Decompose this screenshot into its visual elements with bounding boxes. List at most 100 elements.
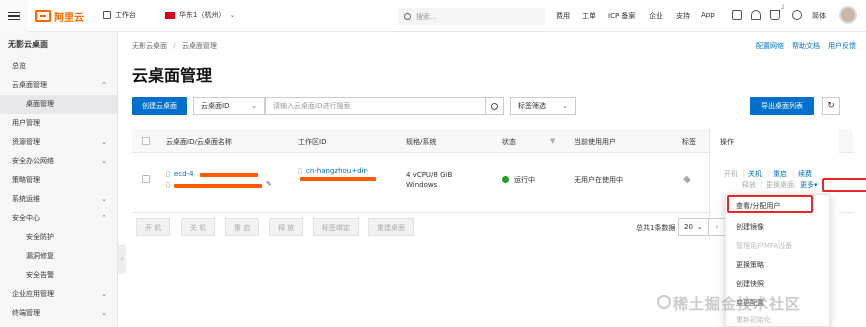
assign-users-highlight-box bbox=[727, 195, 813, 213]
menu-create-snapshot[interactable]: 创建快照 bbox=[736, 279, 764, 289]
sidebar-item[interactable]: 桌面管理 bbox=[0, 95, 117, 114]
edit-icon[interactable]: ✎ bbox=[266, 179, 272, 189]
create-desktop-button[interactable]: 创建云桌面 bbox=[132, 97, 187, 115]
sidebar-item[interactable]: 资源管理 ⌄ bbox=[0, 133, 117, 152]
bulk-start-button[interactable]: 开 机 bbox=[136, 218, 171, 236]
workbench-link[interactable]: 工作台 bbox=[103, 10, 136, 20]
sidebar-item-label: 安全办公网络 bbox=[12, 157, 54, 165]
nav-icp[interactable]: ICP 备案 bbox=[608, 11, 635, 21]
sidebar-item-label: 安全防护 bbox=[26, 233, 54, 241]
sidebar-item[interactable]: 策略管理 bbox=[0, 171, 117, 190]
cart-icon[interactable] bbox=[770, 10, 780, 20]
breadcrumb-item-root[interactable]: 无影云桌面 bbox=[132, 42, 167, 50]
status-badge: 运行中 bbox=[502, 175, 535, 185]
start-action[interactable]: 开机 bbox=[724, 169, 738, 179]
help-icon[interactable] bbox=[792, 10, 802, 20]
sidebar-item-label: 企业应用管理 bbox=[12, 290, 54, 298]
spec-text: 4 vCPU/8 GiB bbox=[406, 171, 453, 179]
sidebar-item[interactable]: 安全办公网络 ⌄ bbox=[0, 152, 117, 171]
copy-icon[interactable]: ▯ bbox=[166, 180, 170, 190]
total-count: 总共1条数据 bbox=[636, 224, 676, 232]
change-desktop-action[interactable]: 更换桌面 bbox=[766, 180, 794, 190]
breadcrumb-item-current: 云桌面管理 bbox=[181, 42, 217, 50]
sidebar-title: 无影云桌面 bbox=[8, 40, 48, 49]
nav-enterprise[interactable]: 企业 bbox=[649, 11, 663, 21]
sidebar-item[interactable]: 安全告警 bbox=[0, 266, 117, 285]
filter-field-select[interactable]: 云桌面ID ⌄ bbox=[193, 97, 265, 115]
page-size-select[interactable]: 20 ⌄ bbox=[678, 218, 709, 236]
sidebar-item[interactable]: 企业应用管理 ⌄ bbox=[0, 285, 117, 304]
hamburger-menu-icon[interactable] bbox=[0, 0, 28, 32]
copy-icon[interactable]: ▯ bbox=[298, 166, 302, 176]
renew-action[interactable]: 续费 bbox=[798, 169, 812, 179]
aliyun-logo[interactable]: 阿里云 bbox=[35, 9, 84, 24]
avatar[interactable] bbox=[839, 6, 857, 24]
menu-manage-mfa[interactable]: 管理用户MFA设备 bbox=[736, 241, 792, 251]
divider: | bbox=[792, 169, 795, 177]
restart-action[interactable]: 重启 bbox=[773, 169, 787, 179]
sidebar-item[interactable]: 安全防护 bbox=[0, 228, 117, 247]
bulk-release-button[interactable]: 释 放 bbox=[269, 218, 304, 236]
bulk-stop-button[interactable]: 关 机 bbox=[181, 218, 216, 236]
stop-action[interactable]: 关机 bbox=[748, 169, 762, 179]
sidebar-item[interactable]: 用户管理 bbox=[0, 114, 117, 133]
link-feedback[interactable]: 用户反馈 bbox=[828, 41, 856, 51]
nav-fees[interactable]: 费用 bbox=[556, 11, 570, 21]
divider: | bbox=[794, 180, 797, 188]
sidebar-item-label: 桌面管理 bbox=[26, 100, 54, 108]
bulk-restart-button[interactable]: 重 启 bbox=[225, 218, 260, 236]
refresh-icon[interactable]: ↻ bbox=[822, 97, 840, 115]
sidebar-item[interactable]: 总览 bbox=[0, 57, 117, 76]
sidebar-item[interactable]: 安全中心 ⌃ bbox=[0, 209, 117, 228]
link-help-docs[interactable]: 帮助文档 bbox=[792, 41, 820, 51]
select-all-checkbox[interactable] bbox=[142, 137, 150, 145]
sidebar-item[interactable]: 系统运维 ⌄ bbox=[0, 190, 117, 209]
redaction-bar bbox=[300, 177, 376, 181]
tag-icon[interactable] bbox=[683, 175, 691, 184]
filter-icon[interactable]: ▼ bbox=[550, 137, 555, 145]
region-selector[interactable]: 华东1（杭州） ⌄ bbox=[165, 10, 235, 20]
row-checkbox[interactable] bbox=[142, 175, 150, 183]
cart-badge: 2 bbox=[781, 4, 785, 11]
chevron-down-icon: ⌄ bbox=[562, 102, 568, 110]
sidebar-item-label: 总览 bbox=[12, 62, 26, 70]
col-current-user: 当前使用用户 bbox=[574, 138, 616, 146]
nav-tickets[interactable]: 工单 bbox=[582, 11, 596, 21]
global-search-input[interactable]: 搜索... bbox=[398, 8, 545, 25]
link-config-network[interactable]: 配置网络 bbox=[756, 41, 784, 51]
bulk-bind-tag-button[interactable]: 标签绑定 bbox=[313, 218, 359, 236]
divider: | bbox=[760, 180, 763, 188]
chevron-down-icon: ⌄ bbox=[229, 11, 236, 19]
sidebar-item[interactable]: 终端管理 ⌄ bbox=[0, 304, 117, 323]
nav-app[interactable]: App bbox=[701, 11, 715, 19]
col-tags: 标签 bbox=[682, 138, 696, 146]
sidebar-item-label: 安全中心 bbox=[12, 214, 40, 222]
terminal-icon[interactable] bbox=[732, 10, 742, 20]
search-icon[interactable] bbox=[485, 98, 503, 114]
desktop-search-input[interactable]: 请输入云桌面ID进行搜索 bbox=[265, 97, 504, 115]
menu-change-policy[interactable]: 更换策略 bbox=[736, 260, 764, 270]
sidebar-item-label: 终端管理 bbox=[12, 309, 40, 317]
juejin-logo-icon bbox=[657, 295, 671, 309]
prev-page-button[interactable]: ‹ bbox=[708, 218, 726, 236]
sidebar-item[interactable]: 云桌面管理 ⌃ bbox=[0, 76, 117, 95]
tag-filter-select[interactable]: 标签筛选 ⌄ bbox=[510, 97, 576, 115]
caret-down-icon: ▾ bbox=[814, 181, 818, 189]
bulk-rebuild-button[interactable]: 重建桌面 bbox=[368, 218, 414, 236]
more-actions-dropdown[interactable]: 更多▾ bbox=[800, 180, 818, 190]
sidebar-item[interactable]: 漏洞修复 bbox=[0, 247, 117, 266]
language-switch[interactable]: 简体 bbox=[812, 11, 826, 21]
nav-support[interactable]: 支持 bbox=[676, 11, 690, 21]
export-list-button[interactable]: 导出桌面列表 bbox=[750, 97, 814, 115]
col-spec: 规格/系统 bbox=[406, 138, 437, 146]
menu-reinitialize[interactable]: 重新初始化 bbox=[736, 315, 771, 325]
menu-create-image[interactable]: 创建镜像 bbox=[736, 222, 764, 232]
release-action[interactable]: 释放 bbox=[742, 180, 756, 190]
workspace-id-link[interactable]: cn-hangzhou+dir- bbox=[306, 166, 368, 176]
col-desktop-id: 云桌面ID/云桌面名称 bbox=[166, 138, 232, 146]
chevron-up-icon: ⌃ bbox=[101, 214, 107, 222]
bell-icon[interactable] bbox=[751, 10, 761, 20]
desktop-id-link[interactable]: ecd-4 bbox=[174, 169, 194, 179]
copy-icon[interactable]: ▯ bbox=[166, 169, 170, 179]
logo-icon bbox=[35, 10, 51, 22]
